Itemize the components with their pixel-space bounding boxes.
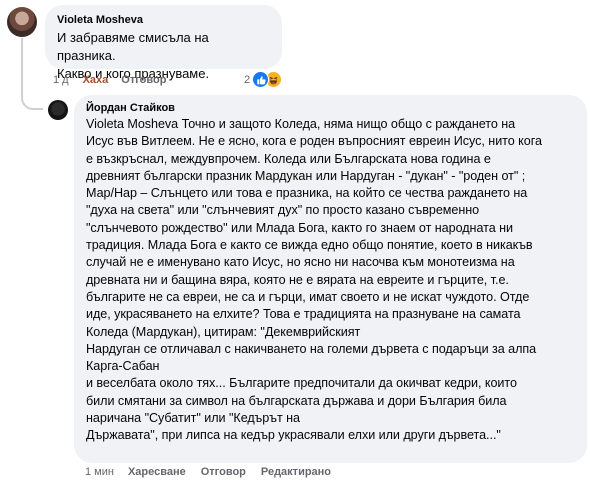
comment-text-line: били смятани за символ на българската дъ… xyxy=(86,393,507,408)
comment-text-line: Държавата", при липса на кедър украсявал… xyxy=(86,428,501,443)
comment-text-line: И забравяме смисъла на празника. xyxy=(57,30,213,63)
comment-text-line: българите не са евреи, не са и гърци, им… xyxy=(86,289,530,304)
reply-bubble: Йордан Стайков Violeta Mosheva Точно и з… xyxy=(74,95,587,463)
comment-text-line: Мар/Нар – Слънцето или това е празника, … xyxy=(86,186,528,201)
comment-author[interactable]: Violeta Mosheva xyxy=(57,13,270,27)
comment-text-line: Violeta Mosheva Точно и защото Коледа, н… xyxy=(86,117,516,131)
comment-text-line: е възкръснал, междувпрочем. Коледа или Б… xyxy=(86,151,491,166)
comment-text-line: случай не е именувано като Исус, но ясно… xyxy=(86,255,515,270)
comment-actions: 1 д Хаха Отговор xyxy=(53,74,166,86)
comment-timestamp[interactable]: 1 мин xyxy=(85,466,114,478)
thread-connector-curve xyxy=(21,86,43,110)
comment-text-line: Нардуган се отличавал с накичването на г… xyxy=(86,341,537,356)
comment-text-line: древната ни и бащина вяра, която не е вя… xyxy=(86,272,509,287)
avatar-violeta-mosheva[interactable] xyxy=(7,7,37,37)
comment-timestamp[interactable]: 1 д xyxy=(53,74,69,86)
comment-author[interactable]: Йордан Стайков xyxy=(86,101,575,115)
comment-text-line: Карга-Сабан xyxy=(86,359,160,374)
reaction-haha-button[interactable]: Хаха xyxy=(83,74,109,86)
comment-text-line: и веселбата около тях... Българите предп… xyxy=(86,376,517,391)
reaction-summary[interactable]: 2 xyxy=(244,71,283,88)
comment-text-line: Коледа (Мардукан), цитирам: "Декемврийск… xyxy=(86,324,361,339)
reaction-count: 2 xyxy=(244,73,251,86)
comment-bubble: Violeta Mosheva И забравяме смисъла на п… xyxy=(45,5,282,81)
comment-text-line: традиция. Млада Бога е както се вижда ед… xyxy=(86,238,533,253)
reply-actions: 1 мин Харесване Отговор Редактирано xyxy=(85,466,331,478)
comment-text-line: иде, украсяването на елхите? Това е трад… xyxy=(86,307,521,322)
like-button[interactable]: Харесване xyxy=(128,466,186,478)
comment-text-line: наричана "Субатит" или "Кедърът на xyxy=(86,411,301,426)
comment-text-line: "слънчевото рождество" или Млада Бога, к… xyxy=(86,220,514,235)
comment-text-line: Исус във Витлеем. Не е ясно, кога е роде… xyxy=(86,134,542,149)
edited-label[interactable]: Редактирано xyxy=(261,466,331,478)
comment-text: Violeta Mosheva Точно и защото Коледа, н… xyxy=(86,116,575,445)
reply-button[interactable]: Отговор xyxy=(121,74,166,86)
comment-text-line: древният български празник Мардукан или … xyxy=(86,168,526,183)
thumbs-up-icon xyxy=(252,71,270,88)
avatar-yordan-staykov[interactable] xyxy=(48,100,68,120)
comment-text-line: "духа на света" или "слънчевият дух" по … xyxy=(86,203,480,218)
comment-thread: Violeta Mosheva И забравяме смисъла на п… xyxy=(0,0,590,490)
reply-button[interactable]: Отговор xyxy=(201,466,246,478)
